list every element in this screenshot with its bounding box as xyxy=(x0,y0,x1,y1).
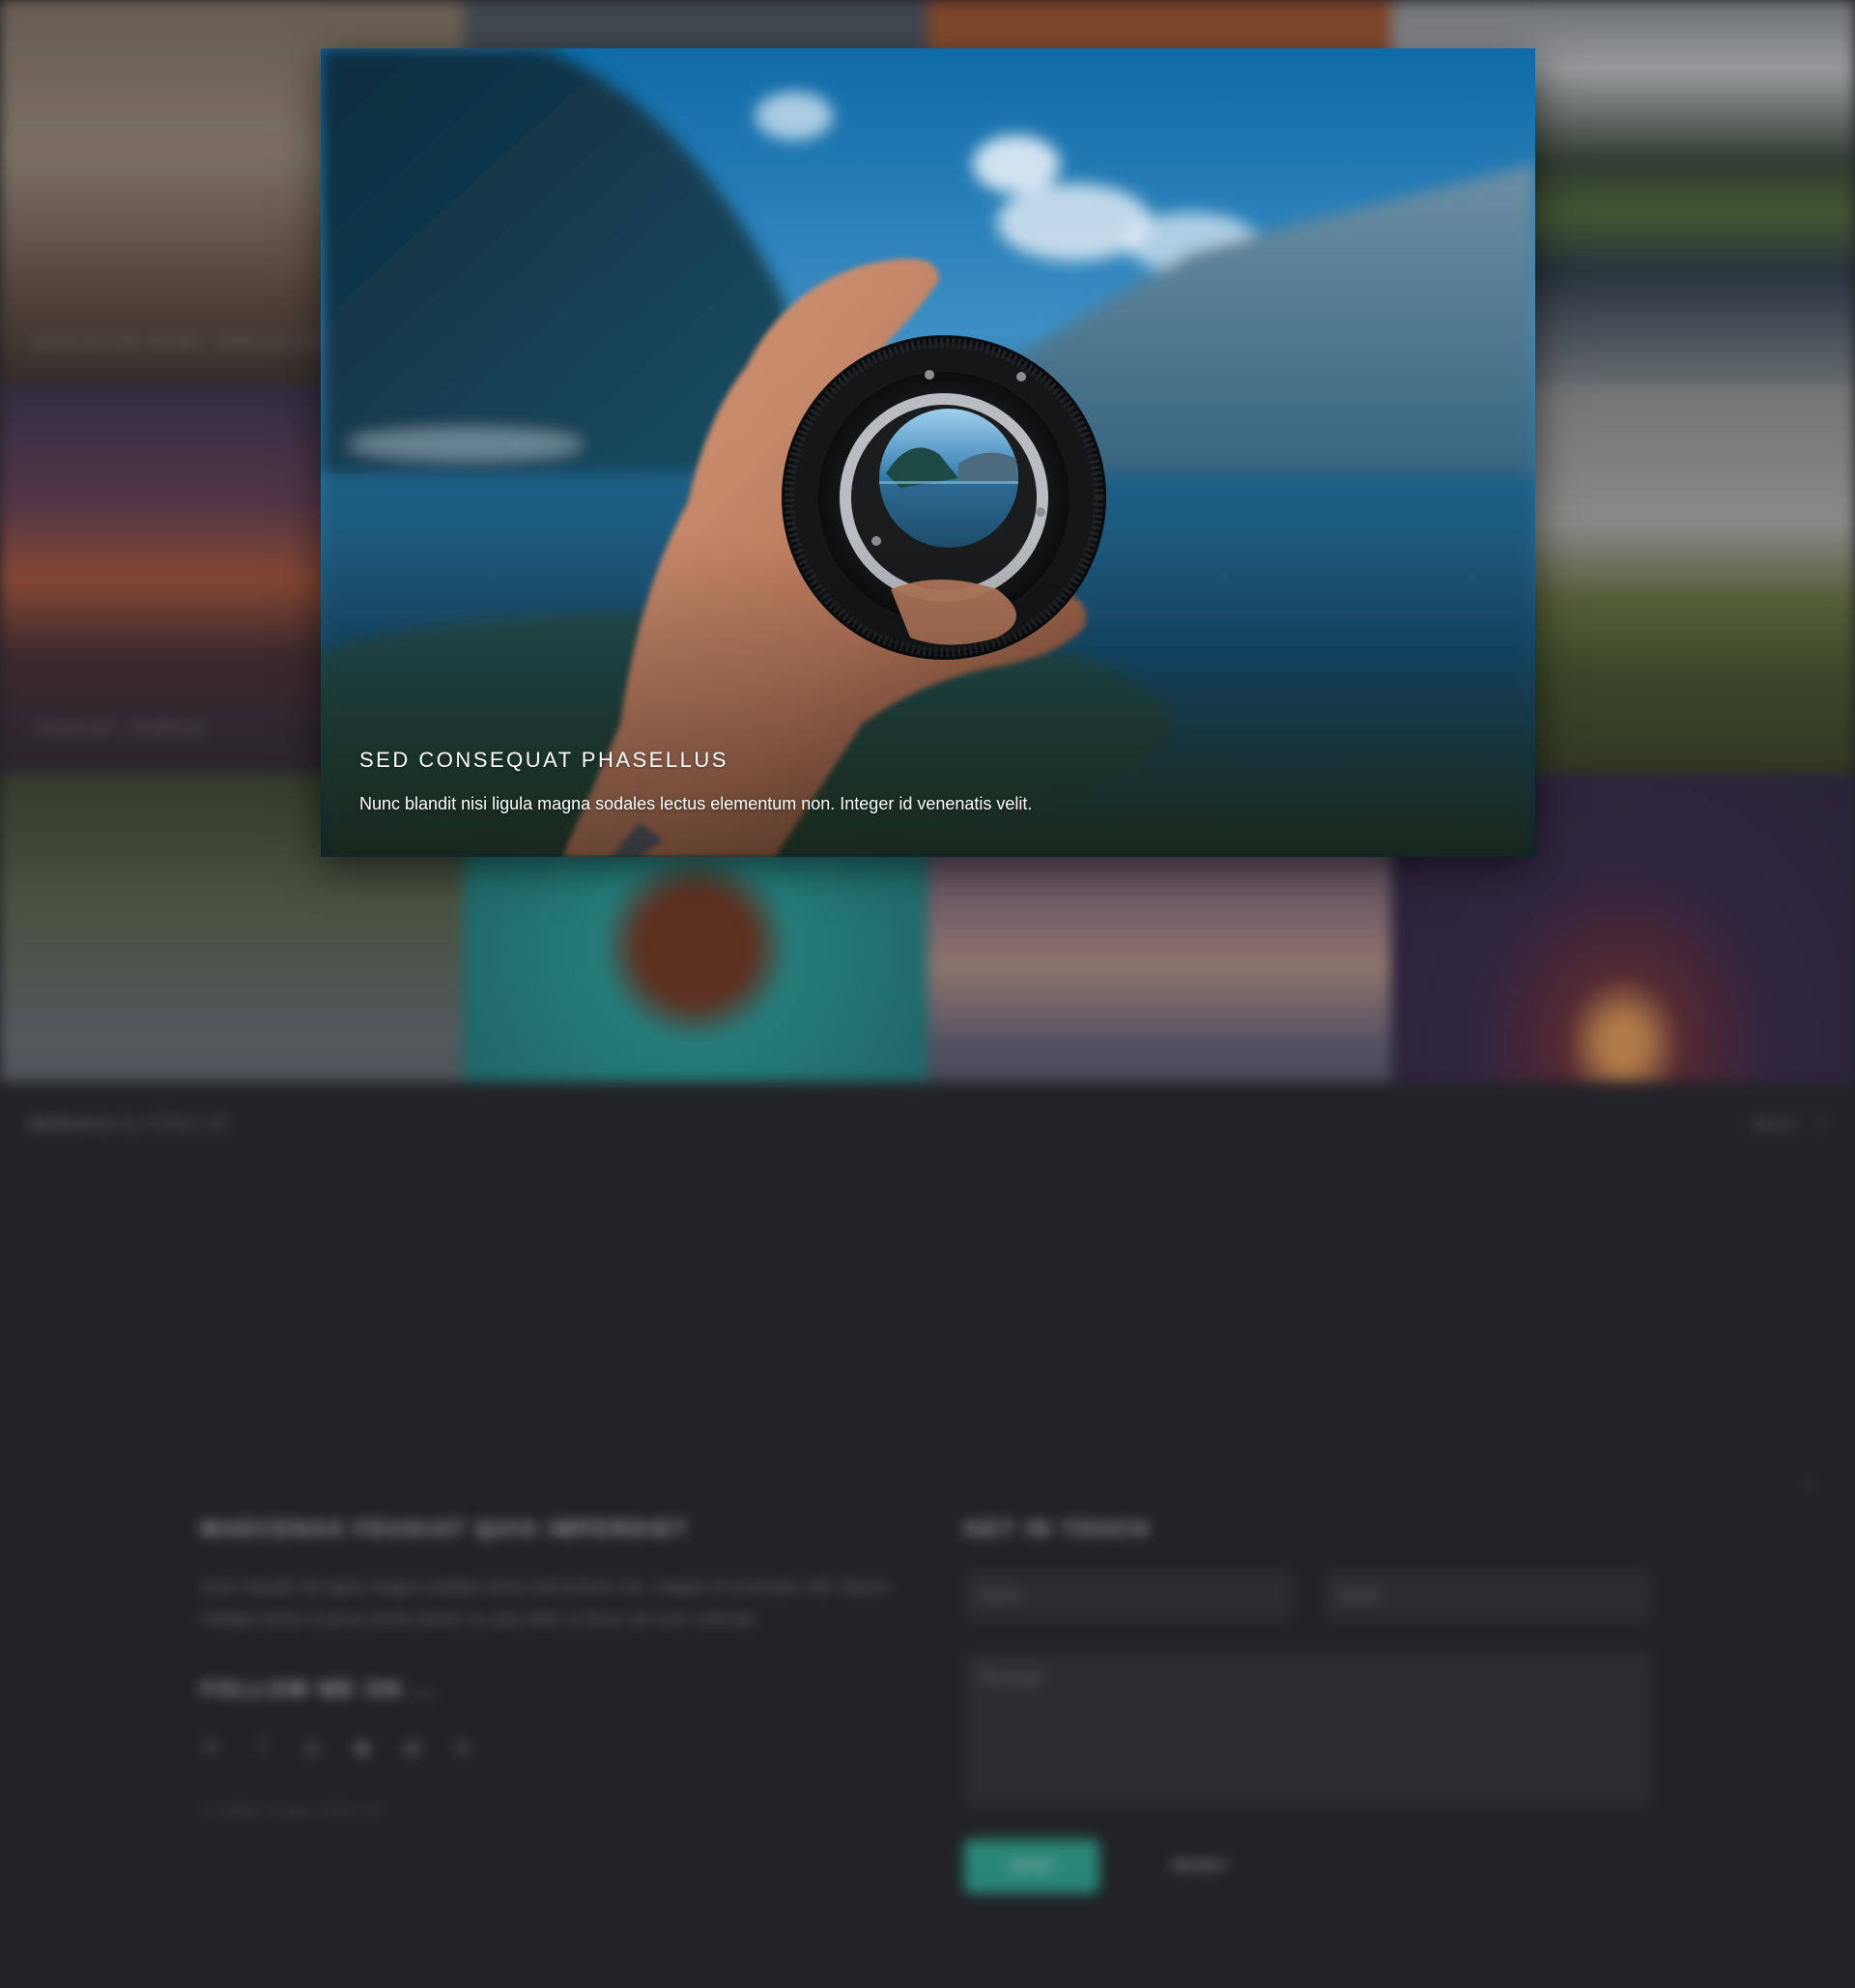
lightbox-title: SED CONSEQUAT PHASELLUS xyxy=(359,748,728,772)
lightbox-photo xyxy=(321,48,1535,857)
lightbox-description: Nunc blandit nisi ligula magna sodales l… xyxy=(359,794,1033,813)
lightbox-modal[interactable]: SED CONSEQUAT PHASELLUS Nunc blandit nis… xyxy=(321,48,1535,857)
lightbox-caption: SED CONSEQUAT PHASELLUS Nunc blandit nis… xyxy=(359,748,1032,814)
